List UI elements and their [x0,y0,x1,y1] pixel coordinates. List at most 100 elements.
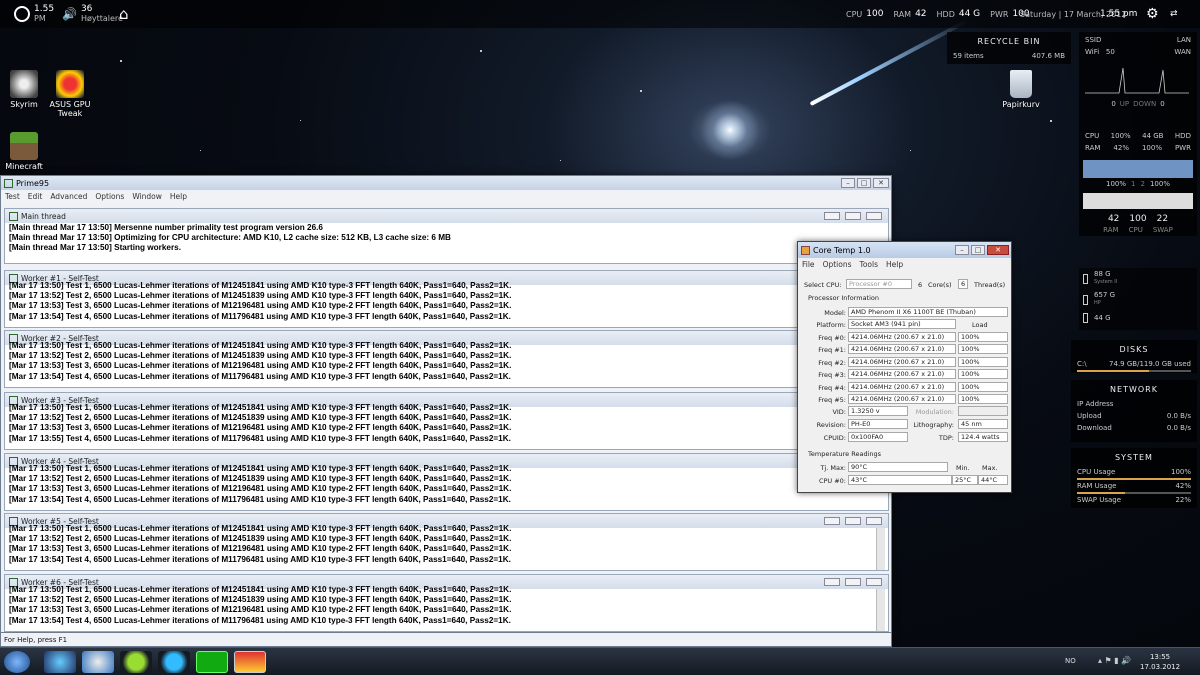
status-bar: For Help, press F1 [0,632,892,647]
clock-icon [14,6,30,22]
load-value: 100% [958,381,1008,392]
taskbar-app-skype[interactable] [158,651,190,673]
recycle-bin-icon [1010,70,1032,98]
pane-close-button[interactable] [866,517,882,525]
menu-options[interactable]: Options [823,260,852,269]
taskbar-app-coretemp[interactable] [234,651,266,673]
worker-3-pane[interactable]: Worker #3 - Self-Test [Mar 17 13:50] Test… [4,392,889,450]
worker-5-pane[interactable]: Worker #5 - Self-Test [Mar 17 13:50] Test… [4,513,889,571]
load-value: 100% [958,332,1008,342]
taskbar-app-thunderbird[interactable] [82,651,114,673]
cpu-usage-value: 100% [1170,468,1191,476]
ampm-text: PM [34,14,46,23]
prime95-title-bar[interactable]: Prime95 – □ ✕ [1,176,891,190]
worker-6-pane[interactable]: Worker #6 - Self-Test [Mar 17 13:50] Test… [4,574,889,632]
log-text: [Mar 17 13:50] Test 1, 6500 Lucas-Lehmer… [5,341,888,382]
processor-select[interactable]: Processor #0 [846,279,912,289]
menu-window[interactable]: Window [132,192,162,201]
drive-size: 44 G [1094,314,1111,322]
system-widget: SYSTEM CPU Usage 100% RAM Usage 42% SWAP U… [1071,448,1197,508]
pane-maximize-button[interactable] [845,517,861,525]
log-line: [Mar 17 13:54] Test 4, 6500 Lucas-Lehmer… [9,554,511,564]
menu-help[interactable]: Help [886,260,903,269]
desktop-icon-recycle-bin[interactable]: Papirkurv [991,70,1051,109]
drive-item[interactable]: 44 G [1079,310,1197,326]
pane-close-button[interactable] [866,578,882,586]
pane-minimize-button[interactable] [824,578,840,586]
taskbar-time[interactable]: 13:55 [1140,652,1180,662]
language-indicator[interactable]: NO [1065,657,1076,665]
recycle-items: 59 items [953,52,984,60]
prime95-icon [9,211,18,221]
drive-item[interactable]: 657 G HP [1079,289,1197,310]
desktop-icon-label: Papirkurv [1002,100,1040,109]
taskbar-app-prime95[interactable] [196,651,228,673]
pane-title-bar[interactable]: Main thread [5,209,888,223]
network-widget: NETWORK IP Address Upload 0.0 B/s Downloa… [1071,380,1197,442]
maximize-button[interactable]: □ [857,178,871,188]
menu-help[interactable]: Help [170,192,187,201]
cpuid-label: CPUID: [823,434,846,442]
taskbar-app-spotify[interactable] [120,651,152,673]
menu-advanced[interactable]: Advanced [50,192,87,201]
log-line: [Mar 17 13:50] Test 1, 6500 Lucas-Lehmer… [9,403,512,412]
pane-close-button[interactable] [866,212,882,220]
home-icon[interactable]: ⌂ [119,0,129,28]
menu-tools[interactable]: Tools [860,260,878,269]
ip-label: IP Address [1077,400,1114,408]
minimize-button[interactable]: – [841,178,855,188]
gear-icon[interactable]: ⚙ [1146,0,1159,28]
vertical-scrollbar[interactable] [876,589,885,631]
pane-maximize-button[interactable] [845,578,861,586]
prime95-window[interactable]: Prime95 – □ ✕ Test Edit Advanced Options W… [0,175,892,647]
platform-value: Socket AM3 (941 pin) [848,319,956,329]
log-line: [Main thread Mar 17 13:50] Starting work… [9,243,181,253]
pane-minimize-button[interactable] [824,517,840,525]
pane-maximize-button[interactable] [845,212,861,220]
cpu0-max: 44°C [978,475,1008,485]
minimize-button[interactable]: – [955,245,969,255]
volume-widget[interactable]: 🔊 36 Høyttalere [62,0,123,28]
taskbar: NO ▴ ⚑ ▮ 🔊 13:55 17.03.2012 [0,647,1200,675]
arrows-icon[interactable]: ⇄ [1170,0,1178,28]
desktop-icon-asus-gpu-tweak[interactable]: ASUS GPU Tweak [40,70,100,118]
taskbar-app-browser[interactable] [44,651,76,673]
close-button[interactable]: ✕ [987,245,1009,255]
drive-icon [1083,313,1088,323]
vertical-scrollbar[interactable] [876,528,885,570]
download-value: 0.0 B/s [1166,424,1191,432]
drive-item[interactable]: 88 G System II [1079,268,1197,289]
model-value: AMD Phenom II X6 1100T BE (Thuban) [848,307,1008,317]
star [640,90,642,92]
worker-1-pane[interactable]: Worker #1 - Self-Test [Mar 17 13:50] Test… [4,270,889,328]
minecraft-icon [10,132,38,160]
worker-4-pane[interactable]: Worker #4 - Self-Test [Mar 17 13:50] Test… [4,453,889,511]
worker-2-pane[interactable]: Worker #2 - Self-Test [Mar 17 13:50] Test… [4,330,889,388]
coretemp-window[interactable]: Core Temp 1.0 – □ ✕ File Options Tools Hel… [797,241,1012,493]
disk-usage: 74.9 GB/119.0 GB used [1109,360,1191,368]
pane-title: Main thread [21,211,66,221]
tray-icons[interactable]: ▴ ⚑ ▮ 🔊 [1098,656,1131,665]
close-button[interactable]: ✕ [873,178,889,188]
main-thread-pane[interactable]: Main thread [Main thread Mar 17 13:50] Me… [4,208,889,264]
system-title: SYSTEM [1115,453,1153,462]
maximize-button[interactable]: □ [971,245,985,255]
freq-label: Freq #2: [818,358,846,367]
menu-file[interactable]: File [802,260,815,269]
menu-options[interactable]: Options [95,192,124,201]
window-title: Prime95 [16,178,50,188]
menu-edit[interactable]: Edit [28,192,43,201]
pane-minimize-button[interactable] [824,212,840,220]
pwr-label: PWR [990,9,1009,19]
taskbar-date[interactable]: 17.03.2012 [1140,662,1180,672]
prime95-icon [4,178,13,188]
wifi-value: 50 [1105,48,1115,56]
load-value: 100% [958,356,1008,367]
ram-value: 42% [1113,144,1129,152]
menu-test[interactable]: Test [5,192,20,201]
desktop-icon-minecraft[interactable]: Minecraft [0,132,54,171]
recycle-bin-widget[interactable]: RECYCLE BIN 59 items 407.6 MB [947,32,1071,64]
start-button[interactable] [4,651,30,673]
hdd-label: HDD [1174,132,1191,140]
coretemp-title-bar[interactable]: Core Temp 1.0 – □ ✕ [798,242,1011,258]
